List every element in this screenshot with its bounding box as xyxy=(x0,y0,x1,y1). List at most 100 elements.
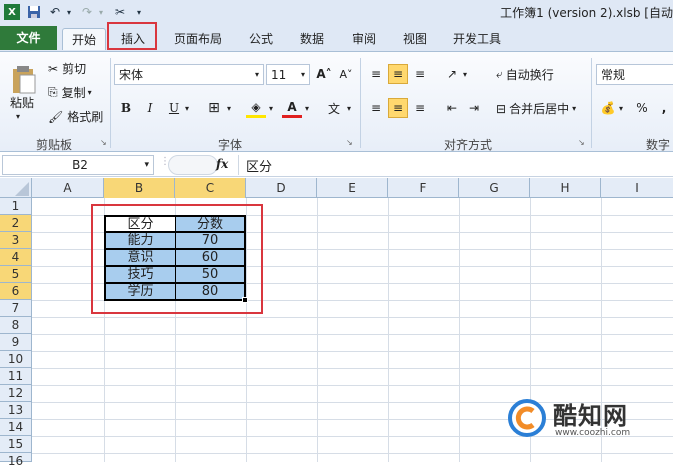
italic-button[interactable]: I xyxy=(140,98,160,118)
group-divider xyxy=(360,58,361,148)
row-header-5[interactable]: 5 xyxy=(0,266,32,283)
font-size-dropdown-icon[interactable]: ▾ xyxy=(301,70,305,79)
column-header-c[interactable]: C xyxy=(175,178,246,198)
tab-data[interactable]: 数据 xyxy=(290,28,334,50)
align-bottom-icon[interactable]: ≡ xyxy=(410,64,430,84)
wrap-text-button[interactable]: ⤶ 自动换行 xyxy=(496,66,554,83)
cut-button[interactable]: ✂ 剪切 xyxy=(48,60,86,77)
row-header-14[interactable]: 14 xyxy=(0,419,32,436)
row-header-10[interactable]: 10 xyxy=(0,351,32,368)
row-header-12[interactable]: 12 xyxy=(0,385,32,402)
font-name-value: 宋体 xyxy=(119,68,144,82)
percent-button[interactable]: % xyxy=(632,98,652,118)
align-right-icon[interactable]: ≡ xyxy=(410,98,430,118)
paste-dropdown-icon[interactable]: ▾ xyxy=(16,112,20,121)
fill-color-icon[interactable]: ◈ xyxy=(246,98,266,118)
tools-icon[interactable]: ✂ xyxy=(112,4,128,20)
format-painter-button[interactable]: 🖌 格式刷 xyxy=(48,108,103,125)
clipboard-launcher-icon[interactable]: ↘ xyxy=(100,138,107,147)
row-header-15[interactable]: 15 xyxy=(0,436,32,453)
watermark-brand: 酷知网 xyxy=(553,402,628,430)
font-name-input[interactable]: 宋体 ▾ xyxy=(114,64,264,85)
gridline xyxy=(459,198,460,462)
formula-input[interactable]: 区分 xyxy=(246,156,272,175)
row-header-16[interactable]: 16 xyxy=(0,453,32,468)
row-header-6[interactable]: 6 xyxy=(0,283,32,300)
tab-file[interactable]: 文件 xyxy=(0,26,57,50)
worksheet-grid[interactable]: A B C D E F G H I 1 2 3 4 5 6 7 8 9 10 1… xyxy=(0,178,673,468)
column-header-a[interactable]: A xyxy=(32,178,104,198)
currency-icon[interactable]: 💰 xyxy=(598,98,618,118)
select-all-corner[interactable] xyxy=(0,178,32,198)
row-header-3[interactable]: 3 xyxy=(0,232,32,249)
column-header-g[interactable]: G xyxy=(459,178,530,198)
undo-dropdown-icon[interactable]: ▾ xyxy=(64,4,74,20)
align-center-icon[interactable]: ≡ xyxy=(388,98,408,118)
orientation-dropdown-icon[interactable]: ▾ xyxy=(460,64,470,84)
row-header-2[interactable]: 2 xyxy=(0,215,32,232)
insert-function-button[interactable]: fx xyxy=(216,157,228,171)
redo-dropdown-icon[interactable]: ▾ xyxy=(96,4,106,20)
row-header-11[interactable]: 11 xyxy=(0,368,32,385)
orientation-icon[interactable]: ↗ xyxy=(442,64,462,84)
customize-qat-icon[interactable]: ▾ xyxy=(134,4,144,20)
tab-home[interactable]: 开始 xyxy=(62,28,106,50)
font-launcher-icon[interactable]: ↘ xyxy=(346,138,353,147)
scissors-icon: ✂ xyxy=(48,61,59,76)
save-icon[interactable] xyxy=(26,4,42,20)
tab-formulas[interactable]: 公式 xyxy=(240,28,282,50)
font-color-icon[interactable]: A xyxy=(282,98,302,118)
column-header-h[interactable]: H xyxy=(530,178,601,198)
comma-style-button[interactable]: , xyxy=(654,98,673,118)
font-name-dropdown-icon[interactable]: ▾ xyxy=(255,70,259,79)
font-size-input[interactable]: 11 ▾ xyxy=(266,64,310,85)
bold-button[interactable]: B xyxy=(116,98,136,118)
tab-developer[interactable]: 开发工具 xyxy=(444,28,510,50)
font-color-dropdown-icon[interactable]: ▾ xyxy=(302,98,312,118)
ribbon: 粘贴 ▾ ✂ 剪切 ⎘ 复制 ▾ 🖌 格式刷 剪贴板 ↘ 宋体 ▾ 11 ▾ A˄ A˅ B… xyxy=(0,52,673,152)
phonetic-guide-icon[interactable]: 文 xyxy=(324,98,344,118)
shrink-font-icon[interactable]: A˅ xyxy=(336,64,356,84)
underline-dropdown-icon[interactable]: ▾ xyxy=(182,98,192,118)
row-header-7[interactable]: 7 xyxy=(0,300,32,317)
undo-icon[interactable]: ↶ xyxy=(48,4,62,20)
column-header-b[interactable]: B xyxy=(104,178,175,198)
number-format-select[interactable]: 常规 xyxy=(596,64,673,85)
column-header-i[interactable]: I xyxy=(601,178,673,198)
row-header-4[interactable]: 4 xyxy=(0,249,32,266)
copy-dropdown-icon[interactable]: ▾ xyxy=(88,88,92,97)
copy-button[interactable]: ⎘ 复制 ▾ xyxy=(48,84,92,101)
merge-center-button[interactable]: ⊟ 合并后居中 ▾ xyxy=(496,100,576,117)
align-top-icon[interactable]: ≡ xyxy=(366,64,386,84)
name-box-dropdown-icon[interactable]: ▾ xyxy=(144,160,149,170)
row-header-8[interactable]: 8 xyxy=(0,317,32,334)
column-header-d[interactable]: D xyxy=(246,178,317,198)
column-header-f[interactable]: F xyxy=(388,178,459,198)
row-header-1[interactable]: 1 xyxy=(0,198,32,215)
increase-indent-icon[interactable]: ⇥ xyxy=(464,98,484,118)
fill-color-dropdown-icon[interactable]: ▾ xyxy=(266,98,276,118)
alignment-launcher-icon[interactable]: ↘ xyxy=(578,138,585,147)
paste-button[interactable]: 粘贴 xyxy=(10,94,34,111)
row-header-9[interactable]: 9 xyxy=(0,334,32,351)
tab-view[interactable]: 视图 xyxy=(394,28,436,50)
quick-access-toolbar: X ↶ ▾ ↷ ▾ ✂ ▾ 工作簿1 (version 2).xlsb [自动 xyxy=(0,0,673,24)
merge-dropdown-icon[interactable]: ▾ xyxy=(572,104,576,113)
redo-icon[interactable]: ↷ xyxy=(80,4,94,20)
borders-icon[interactable]: ⊞ xyxy=(204,98,224,118)
alignment-group-label: 对齐方式 xyxy=(443,138,492,152)
gridline xyxy=(388,198,389,462)
align-left-icon[interactable]: ≡ xyxy=(366,98,386,118)
underline-button[interactable]: U xyxy=(164,98,184,118)
row-header-13[interactable]: 13 xyxy=(0,402,32,419)
phonetic-dropdown-icon[interactable]: ▾ xyxy=(344,98,354,118)
decrease-indent-icon[interactable]: ⇤ xyxy=(442,98,462,118)
tab-page-layout[interactable]: 页面布局 xyxy=(165,28,231,50)
column-header-e[interactable]: E xyxy=(317,178,388,198)
borders-dropdown-icon[interactable]: ▾ xyxy=(224,98,234,118)
align-middle-icon[interactable]: ≡ xyxy=(388,64,408,84)
currency-dropdown-icon[interactable]: ▾ xyxy=(616,98,626,118)
tab-review[interactable]: 审阅 xyxy=(342,28,386,50)
grow-font-icon[interactable]: A˄ xyxy=(314,64,334,84)
name-box[interactable]: B2 ▾ xyxy=(2,155,154,175)
